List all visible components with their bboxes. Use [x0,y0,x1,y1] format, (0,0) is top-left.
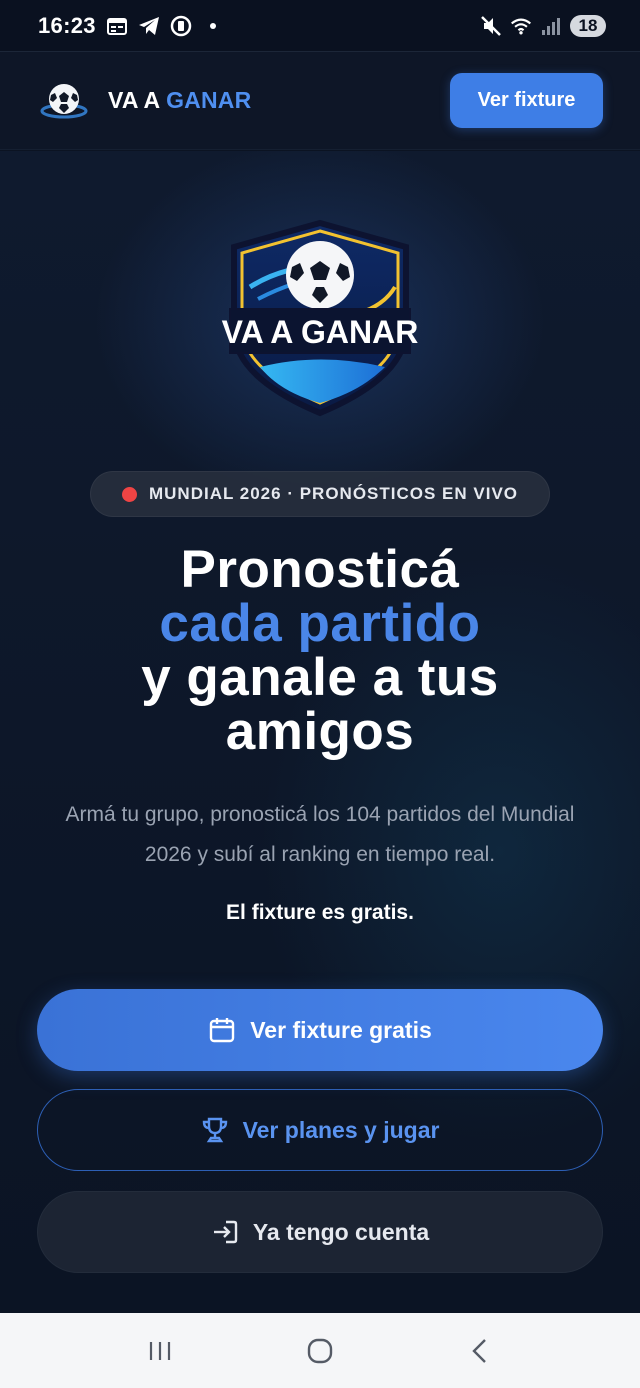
live-dot-icon [121,486,137,502]
view-plans-label: Ver planes y jugar [242,1116,440,1143]
brand-name: VA A GANAR [108,87,251,114]
headline-line-4: amigos [225,702,415,761]
login-button[interactable]: Ya tengo cuenta [37,1191,603,1273]
mute-icon [480,15,502,37]
calendar-icon [210,1018,235,1043]
back-button[interactable] [450,1321,510,1381]
soccer-ball-logo-icon [40,83,88,118]
hero-subtitle: Armá tu grupo, pronosticá los 104 partid… [65,803,575,866]
status-time: 16:23 [38,12,96,38]
header-fixture-button[interactable]: Ver fixture [450,73,603,128]
live-badge-text: MUNDIAL 2026 · PRONÓSTICOS EN VIVO [148,484,519,503]
signal-icon [540,15,562,37]
wifi-icon [510,15,532,37]
calendar-icon [106,15,128,37]
status-bar-left: 16:23 [38,13,224,39]
login-icon [213,1220,238,1244]
view-free-fixture-label: Ver fixture gratis [250,1016,432,1043]
notification-icon [170,15,192,37]
dot-icon [202,15,224,37]
hero-headline: Pronosticá cada partido y ganale a tus a… [20,543,620,759]
brand-name-part1: VA A [108,87,160,113]
system-nav-bar [0,1313,640,1388]
brand[interactable]: VA A GANAR [40,77,251,125]
view-plans-button[interactable]: Ver planes y jugar [37,1089,603,1171]
home-icon [307,1338,333,1363]
status-bar-right: 18 [480,14,606,37]
battery-level: 18 [570,14,606,37]
status-bar: 16:23 18 [0,0,640,52]
trophy-icon [202,1117,227,1143]
login-label: Ya tengo cuenta [252,1218,430,1245]
live-badge: MUNDIAL 2026 · PRONÓSTICOS EN VIVO [90,471,550,517]
headline-line-3: y ganale a tus [141,648,499,707]
shield-logo-text: VA A GANAR [222,314,419,350]
headline-line-1: Pronosticá [180,540,460,599]
hero-section: VA A GANAR MUNDIAL 2026 · PRONÓSTICOS EN… [0,151,640,1313]
app-header: VA A GANAR Ver fixture [0,52,640,150]
back-icon [472,1338,486,1363]
shield-logo-icon: VA A GANAR [222,219,419,417]
free-fixture-note: El fixture es gratis. [226,901,414,924]
headline-line-2: cada partido [159,594,481,653]
telegram-icon [138,15,160,37]
recent-apps-icon [149,1341,171,1360]
hero-logo: VA A GANAR [220,217,420,417]
view-free-fixture-button[interactable]: Ver fixture gratis [37,989,603,1071]
brand-name-part2: GANAR [166,87,252,113]
home-button[interactable] [290,1321,350,1381]
recent-apps-button[interactable] [130,1321,190,1381]
